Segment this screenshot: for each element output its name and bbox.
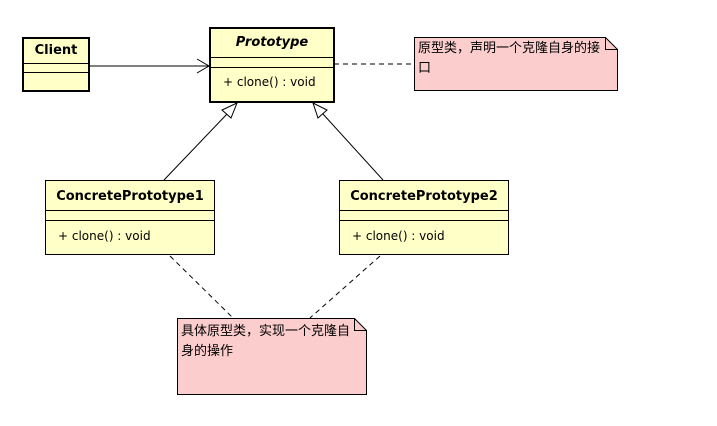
concrete-prototype-note[interactable]: 具体原型类，实现一个克隆自身的操作 — [177, 318, 367, 395]
concrete-prototype-2-attributes-compartment — [340, 210, 508, 220]
prototype-note-text: 原型类，声明一个克隆自身的接口 — [418, 41, 601, 76]
client-attributes-compartment — [24, 63, 88, 72]
concrete-prototype-2-clone-operation: + clone() : void — [340, 220, 508, 254]
prototype-note[interactable]: 原型类，声明一个克隆自身的接口 — [414, 37, 618, 91]
generalization-line-2 — [322, 113, 384, 181]
concrete-prototype-note-text: 具体原型类，实现一个克隆自身的操作 — [181, 324, 351, 359]
client-operations-compartment — [24, 72, 88, 90]
concrete-prototype-2-class[interactable]: ConcretePrototype2 + clone() : void — [339, 180, 509, 255]
concrete-prototype-1-clone-operation: + clone() : void — [46, 220, 214, 254]
prototype-class[interactable]: Prototype + clone() : void — [209, 27, 335, 103]
generalization-line-1 — [163, 113, 228, 181]
concrete-prototype-1-class-name: ConcretePrototype1 — [56, 189, 204, 204]
prototype-attributes-compartment — [211, 57, 333, 67]
concrete-prototype-1-attributes-compartment — [46, 210, 214, 220]
prototype-clone-operation: + clone() : void — [211, 67, 333, 98]
prototype-class-name: Prototype — [235, 35, 309, 50]
generalization-triangle-1 — [221, 102, 238, 119]
concrete2-note-anchor — [309, 255, 381, 319]
client-class[interactable]: Client — [22, 37, 90, 92]
concrete-prototype-1-class[interactable]: ConcretePrototype1 + clone() : void — [45, 180, 215, 255]
concrete-prototype-2-class-name: ConcretePrototype2 — [350, 189, 498, 204]
concrete1-note-anchor — [169, 255, 234, 319]
client-class-name: Client — [34, 43, 78, 58]
